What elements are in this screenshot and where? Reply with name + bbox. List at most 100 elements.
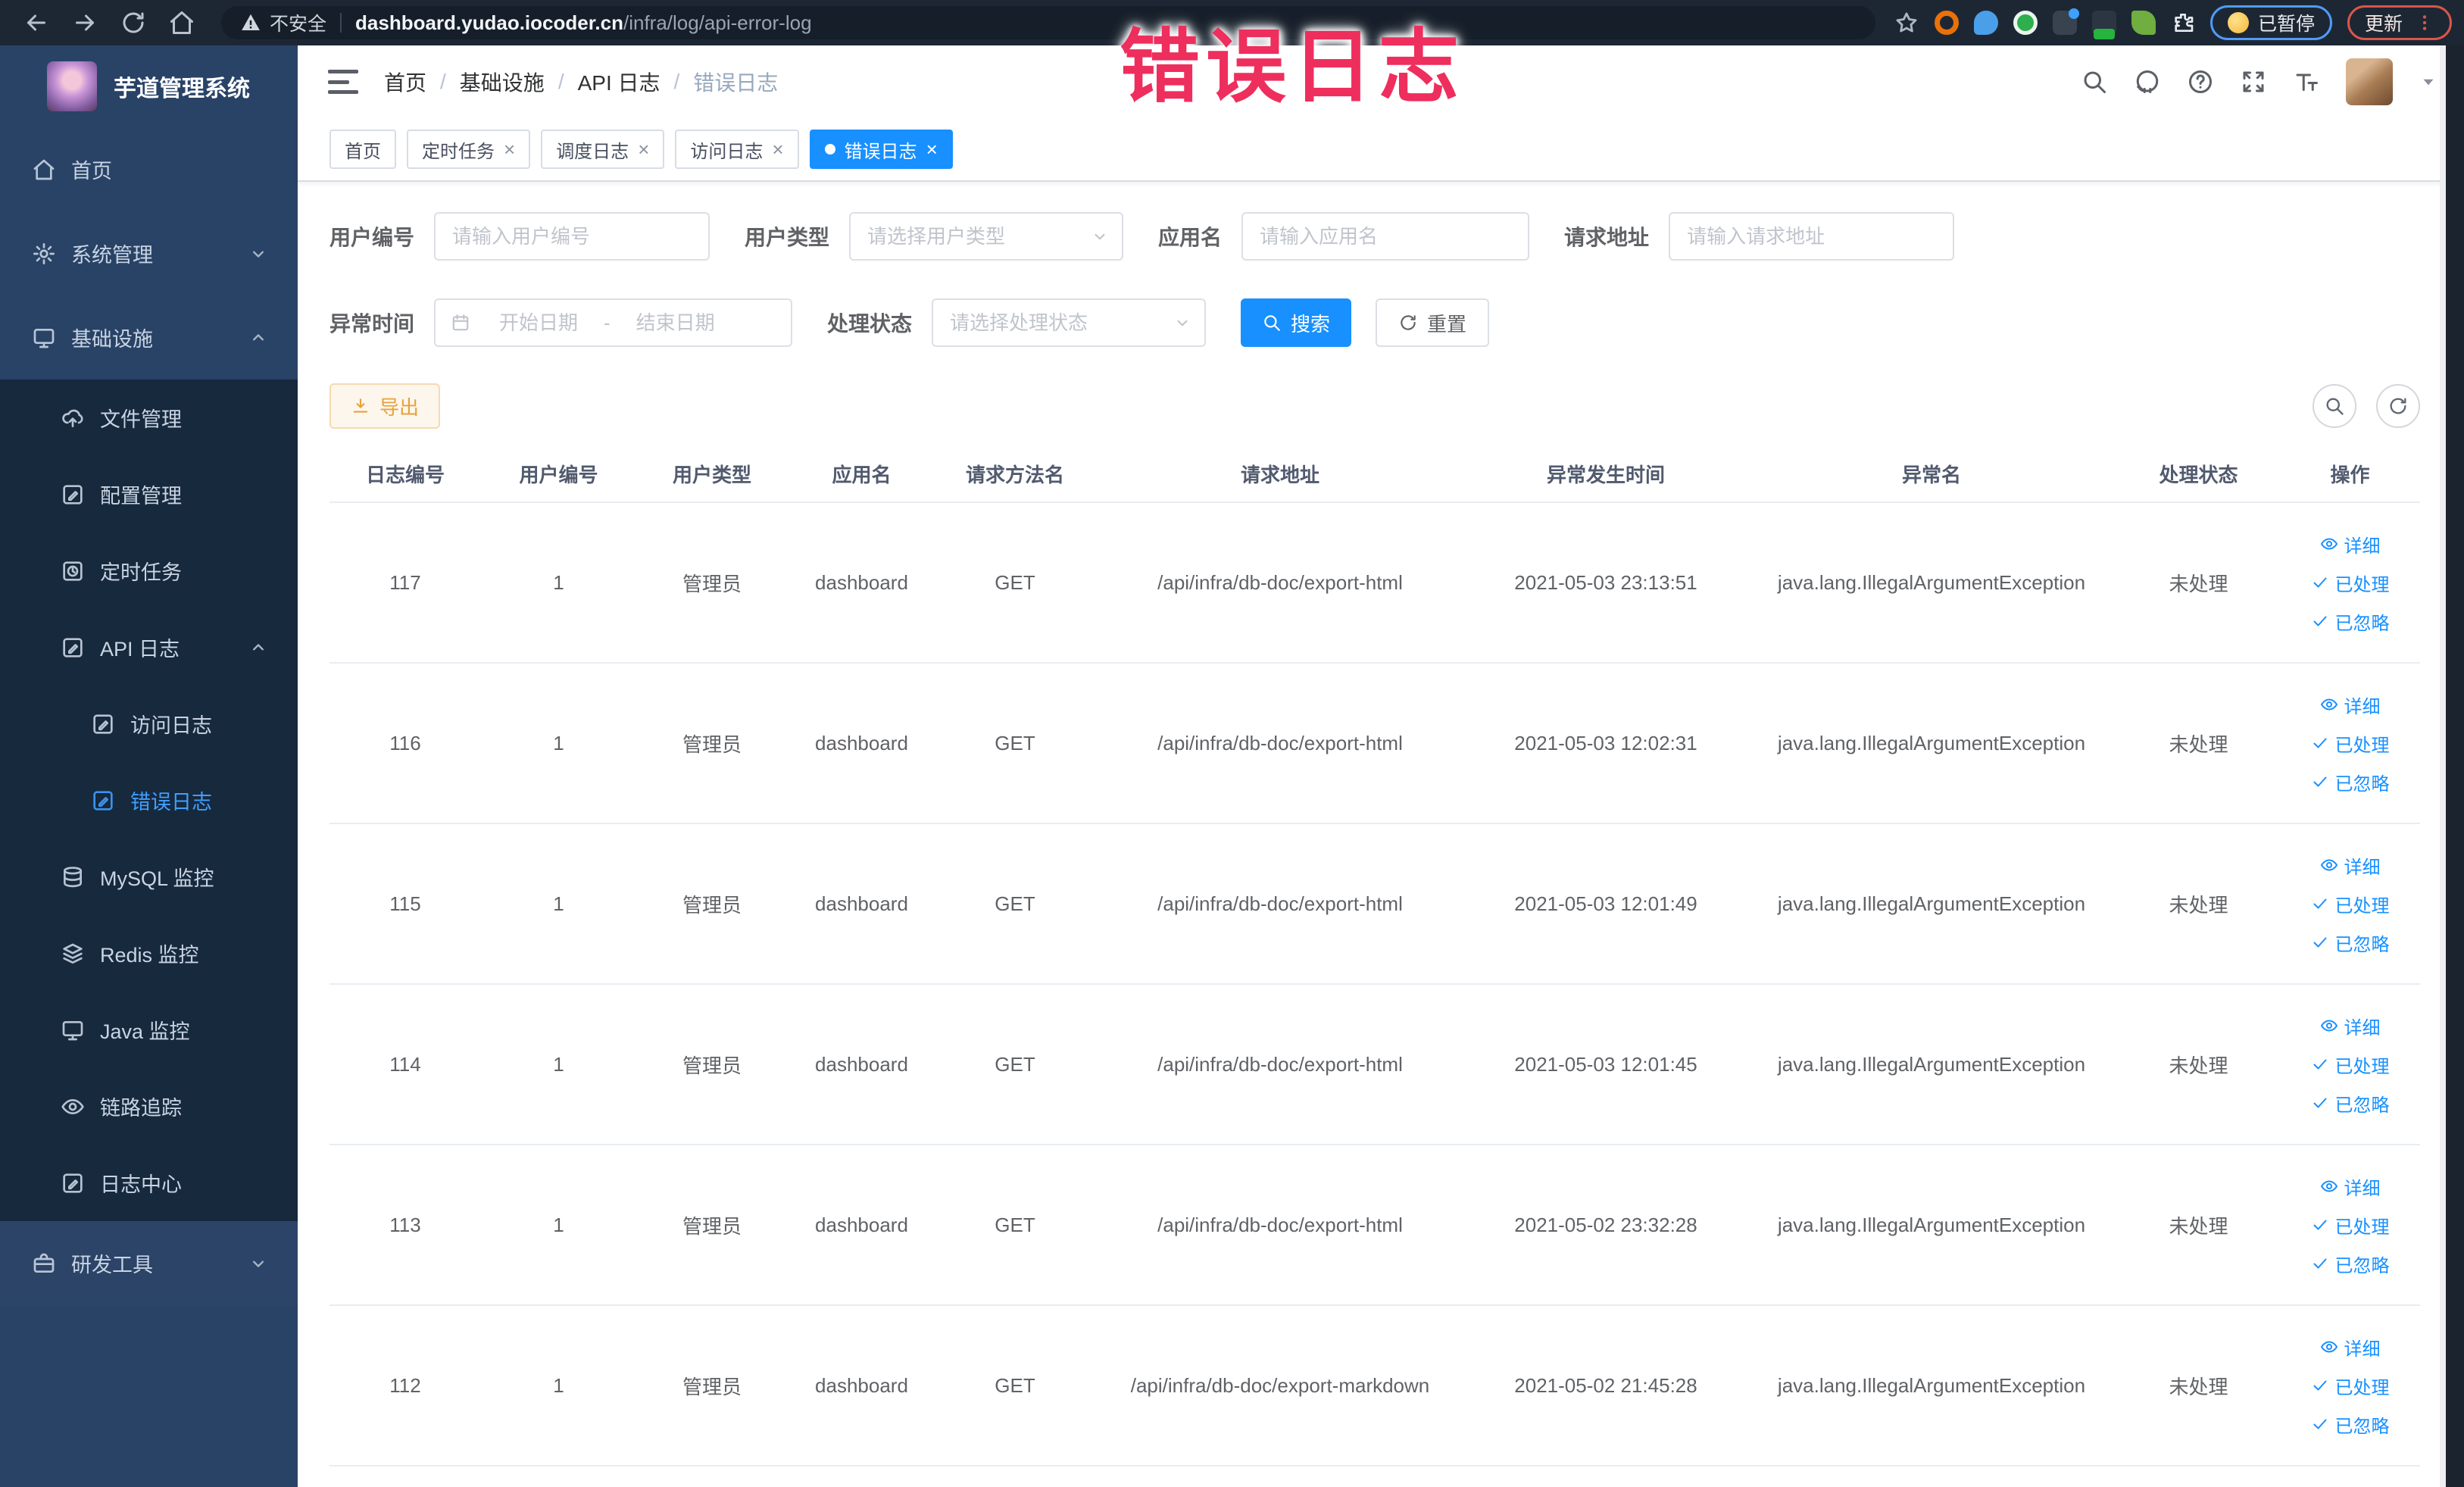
breadcrumb-item[interactable]: 首页	[384, 67, 426, 97]
close-tab-icon[interactable]: ×	[926, 139, 938, 159]
extension-orange-icon[interactable]	[1934, 11, 1959, 35]
extensions-puzzle-icon[interactable]	[2171, 11, 2195, 35]
sidebar-item-系统管理[interactable]: 系统管理	[0, 211, 298, 295]
app-logo[interactable]: 芋道管理系统	[0, 45, 298, 127]
mark-ignored-link[interactable]: 已忽略	[2311, 929, 2390, 956]
fullscreen-icon[interactable]	[2240, 68, 2267, 95]
breadcrumb-separator: /	[440, 70, 446, 93]
sidebar-item-API 日志[interactable]: API 日志	[0, 609, 298, 686]
sidebar-item-日志中心[interactable]: 日志中心	[0, 1145, 298, 1221]
close-tab-icon[interactable]: ×	[638, 139, 649, 159]
mark-processed-link[interactable]: 已处理	[2311, 570, 2390, 596]
cell-method: GET	[995, 892, 1035, 915]
mark-processed-link[interactable]: 已处理	[2311, 1051, 2390, 1078]
sidebar-item-错误日志[interactable]: 错误日志	[0, 762, 298, 839]
cell-time: 2021-05-03 23:13:51	[1514, 570, 1697, 594]
mark-ignored-link[interactable]: 已忽略	[2311, 769, 2390, 795]
check-icon	[2311, 773, 2329, 791]
mark-processed-link[interactable]: 已处理	[2311, 891, 2390, 917]
browser-menu-icon[interactable]	[2415, 13, 2434, 33]
tab-访问日志[interactable]: 访问日志 ×	[675, 130, 799, 169]
tab-调度日志[interactable]: 调度日志 ×	[541, 130, 665, 169]
tab-定时任务[interactable]: 定时任务 ×	[407, 130, 531, 169]
request-url-label: 请求地址	[1564, 226, 1650, 249]
mark-processed-link[interactable]: 已处理	[2311, 730, 2390, 757]
breadcrumb-item[interactable]: 基础设施	[460, 67, 545, 97]
export-button[interactable]: 导出	[329, 383, 441, 429]
url-bar[interactable]: 不安全 dashboard.yudao.iocoder.cn /infra/lo…	[221, 6, 1875, 39]
sidebar-item-label: 研发工具	[71, 1254, 153, 1276]
sidebar-item-访问日志[interactable]: 访问日志	[0, 686, 298, 762]
mark-processed-link[interactable]: 已处理	[2311, 1212, 2390, 1239]
mark-processed-link[interactable]: 已处理	[2311, 1373, 2390, 1399]
app-name-input[interactable]	[1241, 212, 1530, 261]
reload-icon[interactable]	[120, 9, 147, 36]
cell-url: /api/infra/db-doc/export-html	[1157, 731, 1403, 754]
sidebar-item-定时任务[interactable]: 定时任务	[0, 533, 298, 609]
sidebar-item-Redis 监控[interactable]: Redis 监控	[0, 915, 298, 992]
sidebar-item-文件管理[interactable]: 文件管理	[0, 380, 298, 456]
detail-link[interactable]: 详细	[2320, 1013, 2381, 1039]
font-size-icon[interactable]	[2293, 68, 2320, 95]
extension-green-icon[interactable]	[2013, 11, 2038, 35]
process-status-label: 处理状态	[827, 312, 913, 336]
breadcrumb-item[interactable]: API 日志	[578, 67, 661, 97]
edit-square-icon	[61, 483, 85, 507]
end-date-input[interactable]	[614, 311, 736, 335]
home-icon[interactable]	[168, 9, 195, 36]
sidebar-item-基础设施[interactable]: 基础设施	[0, 295, 298, 380]
detail-link[interactable]: 详细	[2320, 692, 2381, 718]
tab-错误日志[interactable]: 错误日志 ×	[809, 130, 953, 169]
detail-link[interactable]: 详细	[2320, 852, 2381, 879]
user-id-input[interactable]	[434, 212, 710, 261]
search-icon[interactable]	[2081, 68, 2108, 95]
avatar[interactable]	[2346, 58, 2393, 105]
sidebar-item-研发工具[interactable]: 研发工具	[0, 1221, 298, 1305]
cell-app: dashboard	[815, 1373, 908, 1397]
detail-link[interactable]: 详细	[2320, 1334, 2381, 1360]
tab-首页[interactable]: 首页	[329, 130, 396, 169]
user-type-select[interactable]	[849, 212, 1124, 261]
chevron-down-icon[interactable]	[2419, 72, 2438, 92]
forward-icon[interactable]	[71, 9, 98, 36]
help-icon[interactable]	[2187, 68, 2214, 95]
sidebar-item-配置管理[interactable]: 配置管理	[0, 456, 298, 533]
extension-on-badge-icon[interactable]	[2091, 11, 2116, 39]
show-search-button[interactable]	[2313, 384, 2356, 428]
refresh-table-button[interactable]	[2376, 384, 2420, 428]
reset-button[interactable]: 重置	[1376, 298, 1490, 347]
url-divider	[340, 13, 342, 33]
back-icon[interactable]	[23, 9, 50, 36]
cell-actions: 详细 已处理 已忽略	[2280, 692, 2420, 795]
bookmark-star-icon[interactable]	[1894, 10, 1919, 36]
github-icon[interactable]	[2134, 68, 2161, 95]
eye-icon	[2320, 695, 2338, 714]
sidebar-item-首页[interactable]: 首页	[0, 127, 298, 211]
date-range-picker[interactable]: -	[434, 298, 793, 347]
filter-row-2: 异常时间 - 处理状态	[329, 298, 2432, 347]
mark-ignored-link[interactable]: 已忽略	[2311, 1251, 2390, 1277]
start-date-input[interactable]	[478, 311, 600, 335]
search-button[interactable]: 搜索	[1241, 298, 1352, 347]
eye-icon	[61, 1095, 85, 1119]
action-label: 已忽略	[2334, 1095, 2390, 1116]
profile-paused-badge[interactable]: 已暂停	[2209, 5, 2332, 40]
close-tab-icon[interactable]: ×	[772, 139, 783, 159]
extension-blue-icon[interactable]	[1973, 11, 1998, 35]
request-url-input[interactable]	[1669, 212, 1955, 261]
process-status-select[interactable]	[932, 298, 1207, 347]
detail-link[interactable]: 详细	[2320, 1173, 2381, 1200]
extension-grid-icon[interactable]	[2052, 8, 2079, 35]
extension-leaf-icon[interactable]	[2131, 11, 2156, 35]
sidebar-item-MySQL 监控[interactable]: MySQL 监控	[0, 839, 298, 915]
detail-link[interactable]: 详细	[2320, 531, 2381, 558]
sidebar-item-Java 监控[interactable]: Java 监控	[0, 992, 298, 1068]
close-tab-icon[interactable]: ×	[504, 139, 515, 159]
scrollbar-track[interactable]	[2440, 45, 2446, 1487]
mark-ignored-link[interactable]: 已忽略	[2311, 1090, 2390, 1117]
browser-update-button[interactable]: 更新	[2347, 5, 2452, 40]
mark-ignored-link[interactable]: 已忽略	[2311, 1411, 2390, 1438]
mark-ignored-link[interactable]: 已忽略	[2311, 608, 2390, 635]
collapse-sidebar-icon[interactable]	[328, 70, 358, 94]
sidebar-item-链路追踪[interactable]: 链路追踪	[0, 1068, 298, 1145]
